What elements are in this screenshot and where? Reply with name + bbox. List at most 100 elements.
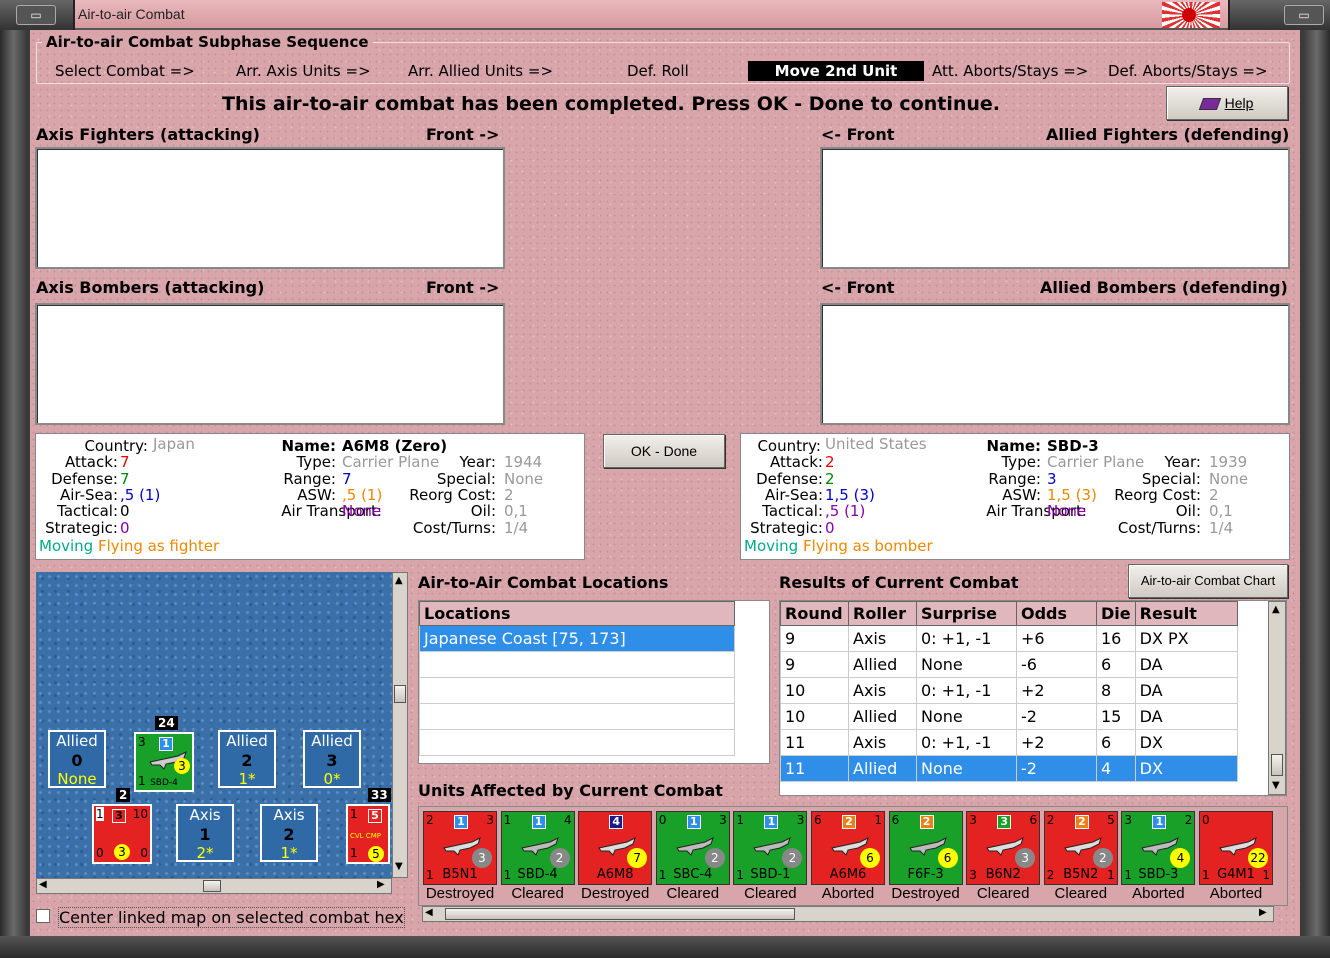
system-menu-icon[interactable]: ▭: [16, 5, 56, 25]
cell: Axis: [848, 677, 917, 704]
locations-list[interactable]: Locations Japanese Coast [75, 173]: [418, 600, 770, 764]
box-side: Allied: [56, 732, 98, 750]
locations-header: Locations: [419, 601, 735, 626]
counter-tl: 1: [96, 807, 104, 821]
unit-status: Cleared: [666, 885, 720, 902]
map-counter-edge[interactable]: 1 5 CVL CMP 1 5: [346, 804, 390, 864]
result-row[interactable]: 9 Axis 0: +1, -1 +6 16 DX PX: [780, 625, 1239, 652]
location-row[interactable]: [419, 651, 735, 678]
location-row[interactable]: [419, 729, 735, 756]
axis-box-2[interactable]: Axis 2 1*: [260, 804, 318, 862]
counter-name: SBD-1: [750, 867, 791, 882]
tactical-value: 0: [120, 502, 130, 520]
unit-counter[interactable]: 6 2 6 F6F-3: [888, 811, 963, 885]
results-table[interactable]: Round Roller Surprise Odds Die Result 9A…: [779, 600, 1287, 796]
moving-label: Moving: [39, 537, 94, 555]
scroll-right-icon[interactable]: ▶: [377, 879, 385, 890]
result-row[interactable]: 11 Axis 0: +1, -1 +2 6 DX: [780, 729, 1239, 756]
counter-name: SBC-4: [673, 867, 713, 882]
axis-box-1[interactable]: Axis 1 2*: [176, 804, 234, 862]
country-value: Japan: [153, 435, 195, 453]
oil-value: 0,1: [1209, 502, 1233, 520]
country-value: United States: [825, 435, 927, 453]
cost-value: 1/4: [504, 519, 529, 537]
result-row[interactable]: 11 Allied None -2 4 DX: [780, 755, 1239, 782]
units-hscroll-thumb[interactable]: [445, 908, 795, 920]
unit-counter[interactable]: 3 6 3 3 3 B6N2: [966, 811, 1041, 885]
map-vscroll-thumb[interactable]: [394, 685, 406, 703]
minimize-icon[interactable]: ▭: [1284, 5, 1324, 25]
allied-box-2[interactable]: Allied 2 1*: [218, 730, 276, 788]
cost-key: Cost/Turns:: [1117, 519, 1201, 537]
cell: 6: [1096, 651, 1136, 678]
result-row[interactable]: 10 Allied None -2 15 DA: [780, 703, 1239, 730]
scroll-right-icon[interactable]: ▶: [1259, 907, 1267, 918]
counter-tl: 0: [1202, 813, 1210, 827]
map-hscrollbar[interactable]: ◀ ▶: [36, 878, 392, 894]
linked-map[interactable]: Allied 0 None 24 3 1 3 SBD-4 1 Allied 2 1* A…: [36, 572, 392, 878]
sequence-title: Air-to-air Combat Subphase Sequence: [42, 33, 373, 51]
unit-counter[interactable]: 1 3 1 1 2 SBD-1: [733, 811, 808, 885]
scroll-up-icon[interactable]: ▲: [1272, 604, 1280, 615]
oil-key: Oil:: [470, 502, 496, 520]
unit-counter[interactable]: 1 4 1 1 2 SBD-4: [500, 811, 575, 885]
center-map-checkbox[interactable]: [36, 909, 50, 923]
result-row[interactable]: 10 Axis 0: +1, -1 +2 8 DA: [780, 677, 1239, 704]
unit-counter[interactable]: 0 3 1 1 2 SBC-4: [655, 811, 730, 885]
attack-value: 2: [825, 453, 835, 471]
counter-name: SBD-3: [1138, 867, 1179, 882]
allied-bombers-panel[interactable]: [820, 303, 1290, 425]
seq-step-select-combat: Select Combat =>: [55, 62, 195, 80]
results-vscroll-thumb[interactable]: [1271, 754, 1283, 776]
scroll-down-icon[interactable]: ▼: [395, 861, 403, 872]
unit-status: Cleared: [744, 885, 797, 902]
map-vscrollbar[interactable]: ▲ ▼: [392, 572, 408, 878]
results-vscrollbar[interactable]: ▲ ▼: [1268, 601, 1286, 795]
unit-counter[interactable]: 6 1 2 6 A6M6: [811, 811, 885, 885]
ok-done-button[interactable]: OK - Done: [603, 434, 725, 468]
result-row[interactable]: 9 Allied None -6 6 DA: [780, 651, 1239, 678]
allied-box-3[interactable]: Allied 3 0*: [303, 730, 361, 788]
axis-bombers-panel[interactable]: [35, 303, 505, 425]
units-hscrollbar[interactable]: ◀ ▶: [422, 906, 1274, 922]
unit-counter[interactable]: 4 7 A6M8: [578, 811, 653, 885]
cell: Allied: [848, 755, 917, 782]
cell: 11: [780, 729, 849, 756]
map-hscroll-thumb[interactable]: [203, 880, 221, 892]
allied-fighters-title: Allied Fighters (defending): [1046, 125, 1290, 144]
scroll-left-icon[interactable]: ◀: [425, 907, 433, 918]
counter-tr: 10: [132, 807, 148, 821]
map-counter-sbd4[interactable]: 3 1 3 SBD-4 1: [134, 732, 194, 792]
unit-counter[interactable]: 2 5 2 1 2 2 B5N2: [1043, 811, 1118, 885]
cell: 6: [1096, 729, 1136, 756]
strategic-value: 0: [120, 519, 130, 537]
location-row[interactable]: [419, 677, 735, 704]
location-row[interactable]: Japanese Coast [75, 173]: [419, 625, 735, 652]
scroll-left-icon[interactable]: ◀: [39, 879, 47, 890]
axis-fighters-panel[interactable]: [35, 147, 505, 269]
scroll-down-icon[interactable]: ▼: [1272, 780, 1280, 791]
units-strip[interactable]: 2 3 1 1 3 B5N1 Destroyed 1 4 1 1 2 SBD-4 Cleared 4 7 A6M…: [418, 806, 1288, 906]
type-key: Type:: [1001, 453, 1041, 471]
location-row[interactable]: [419, 703, 735, 730]
scroll-up-icon[interactable]: ▲: [395, 575, 403, 586]
unit-counter[interactable]: 0 1 1 22 G4M1: [1199, 811, 1273, 885]
seq-step-move-2nd-unit: Move 2nd Unit: [748, 61, 924, 81]
help-button[interactable]: Help: [1166, 86, 1288, 120]
allied-fighters-panel[interactable]: [820, 147, 1290, 269]
cell: DX: [1134, 729, 1239, 756]
unit-counter[interactable]: 2 3 1 1 3 B5N1: [423, 811, 497, 885]
counter-tr: 5: [1107, 813, 1115, 827]
counter-flag: 3: [997, 815, 1012, 829]
allied-box-0[interactable]: Allied 0 None: [48, 730, 106, 788]
cell: DX PX: [1134, 625, 1239, 652]
center-map-label[interactable]: Center linked map on selected combat hex: [58, 907, 405, 928]
unit-counter[interactable]: 3 2 1 1 4 SBD-3: [1121, 811, 1196, 885]
title-bar[interactable]: ▭ Air-to-air Combat ▭: [0, 0, 1330, 30]
combat-chart-button[interactable]: Air-to-air Combat Chart: [1128, 564, 1288, 598]
counter-flag: 2: [919, 815, 934, 829]
stack-count: 24: [155, 716, 178, 730]
unit-status: Destroyed: [581, 885, 650, 902]
counter-tl: 1: [503, 813, 512, 827]
map-counter-japanese[interactable]: 1 3 10 3 0 0: [92, 804, 152, 864]
